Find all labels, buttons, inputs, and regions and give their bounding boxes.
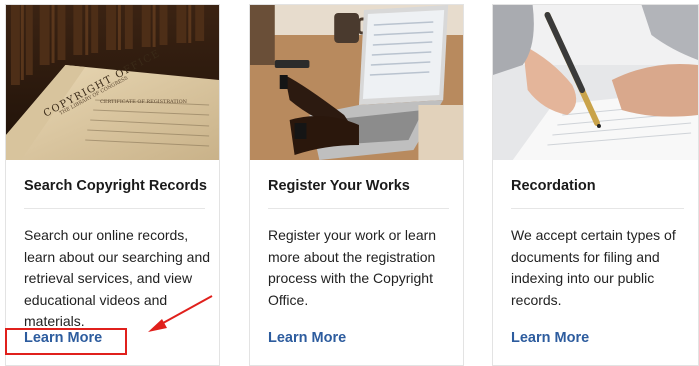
card-recordation: Recordation We accept certain types of d… — [492, 4, 699, 366]
card-register-works: Register Your Works Register your work o… — [249, 4, 464, 366]
learn-more-link[interactable]: Learn More — [24, 330, 102, 346]
divider — [511, 208, 684, 209]
card-image-copyright-book: COPYRIGHT OFFICE THE LIBRARY OF CONGRESS… — [6, 5, 219, 160]
card-image-laptop — [250, 5, 463, 160]
card-image-signing-document — [493, 5, 698, 160]
card-description: Search our online records, learn about o… — [24, 227, 211, 329]
card-description: Register your work or learn more about t… — [268, 227, 437, 308]
card-title: Search Copyright Records — [24, 178, 207, 194]
learn-more-link[interactable]: Learn More — [511, 330, 589, 346]
divider — [268, 208, 449, 209]
card-title: Register Your Works — [268, 178, 410, 194]
card-description: We accept certain types of documents for… — [511, 227, 676, 308]
card-title: Recordation — [511, 178, 596, 194]
learn-more-link[interactable]: Learn More — [268, 330, 346, 346]
divider — [24, 208, 205, 209]
card-search-records: COPYRIGHT OFFICE THE LIBRARY OF CONGRESS… — [5, 4, 220, 366]
image-caption-line-3: CERTIFICATE OF REGISTRATION — [100, 99, 188, 105]
